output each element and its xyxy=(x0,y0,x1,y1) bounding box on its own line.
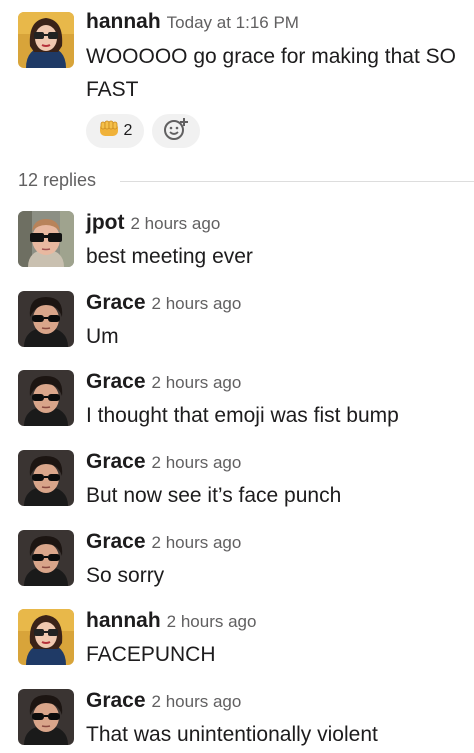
message-text: Um xyxy=(86,325,119,348)
timestamp[interactable]: 2 hours ago xyxy=(152,453,242,472)
timestamp[interactable]: 2 hours ago xyxy=(152,294,242,313)
timestamp[interactable]: 2 hours ago xyxy=(152,692,242,711)
message-text: That was unintentionally violent xyxy=(86,723,378,746)
avatar-hannah[interactable] xyxy=(18,609,74,665)
timestamp[interactable]: 2 hours ago xyxy=(130,214,220,233)
timestamp[interactable]: 2 hours ago xyxy=(152,533,242,552)
add-reaction-icon xyxy=(163,116,189,147)
author-name[interactable]: Grace xyxy=(86,530,146,553)
avatar-hannah[interactable] xyxy=(18,12,74,68)
reaction-fist-bump[interactable]: 2 xyxy=(86,114,144,148)
message-text: But now see it’s face punch xyxy=(86,484,342,507)
author-name[interactable]: hannah xyxy=(86,10,161,33)
timestamp[interactable]: Today at 1:16 PM xyxy=(167,13,299,32)
message-text: I thought that emoji was fist bump xyxy=(86,404,399,427)
replies-divider xyxy=(120,181,474,182)
message-text: WOOOOO go grace for making that SO FAST xyxy=(86,45,456,101)
avatar-grace[interactable] xyxy=(18,530,74,586)
author-name[interactable]: Grace xyxy=(86,689,146,712)
author-name[interactable]: Grace xyxy=(86,450,146,473)
fist-bump-icon xyxy=(98,119,120,144)
author-name[interactable]: jpot xyxy=(86,211,124,234)
message-text: best meeting ever xyxy=(86,245,253,268)
add-reaction-button[interactable] xyxy=(152,114,200,148)
avatar-grace[interactable] xyxy=(18,291,74,347)
author-name[interactable]: hannah xyxy=(86,609,161,632)
author-name[interactable]: Grace xyxy=(86,291,146,314)
avatar-grace[interactable] xyxy=(18,450,74,506)
message-text: So sorry xyxy=(86,564,165,587)
replies-count: 12 replies xyxy=(18,170,97,190)
message-text: FACEPUNCH xyxy=(86,643,216,666)
reaction-count: 2 xyxy=(123,122,133,139)
avatar-grace[interactable] xyxy=(18,370,74,426)
author-name[interactable]: Grace xyxy=(86,370,146,393)
avatar-jpot[interactable] xyxy=(18,211,74,267)
avatar-grace[interactable] xyxy=(18,689,74,745)
timestamp[interactable]: 2 hours ago xyxy=(152,373,242,392)
timestamp[interactable]: 2 hours ago xyxy=(167,612,257,631)
